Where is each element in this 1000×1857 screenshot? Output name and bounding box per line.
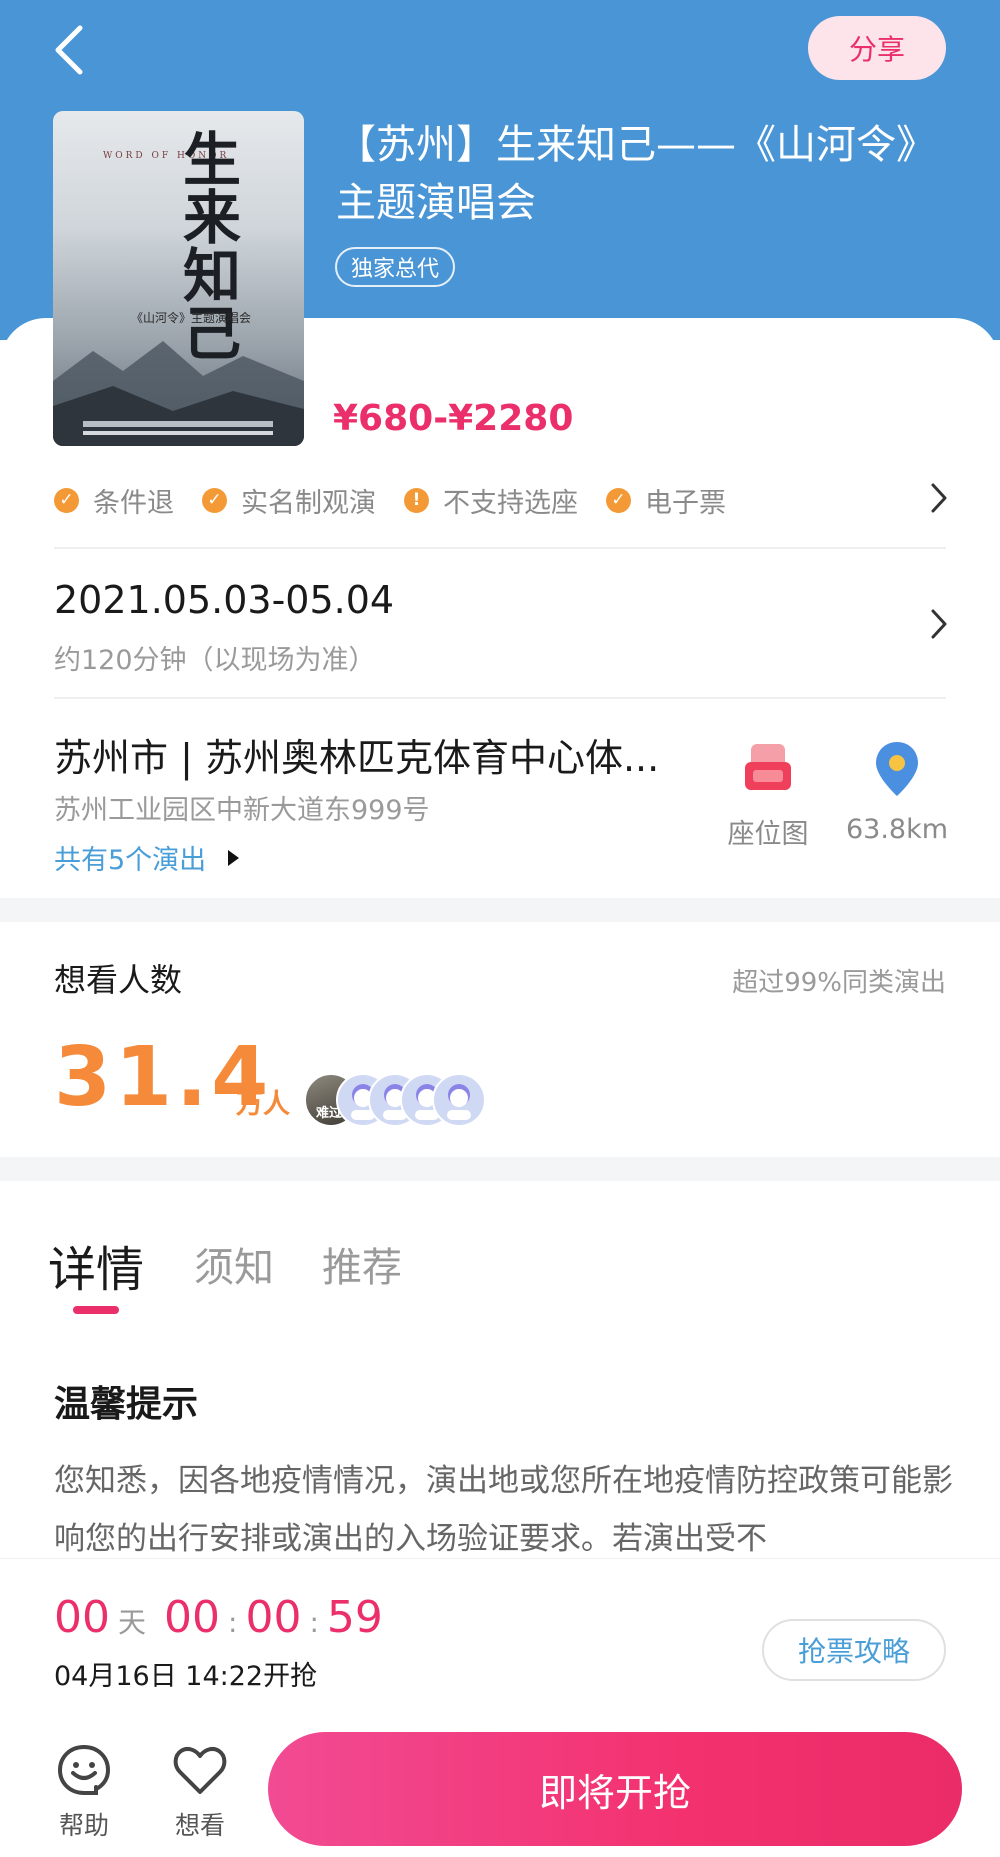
seat-map-button[interactable]: 座位图 [718, 740, 818, 851]
play-arrow-icon [228, 849, 240, 866]
chevron-right-icon[interactable] [928, 480, 950, 516]
notice-text: 您知悉，因各地疫情情况，演出地或您所在地疫情防控政策可能影响您的出行安排或演出的… [54, 1463, 953, 1557]
feature-real-name: ✓ 实名制观演 [202, 481, 376, 520]
check-circle-icon: ✓ [606, 487, 631, 513]
wish-title: 想看人数 [54, 961, 183, 999]
default-avatar-icon [447, 1084, 471, 1120]
notice-title: 温馨提示 [54, 1384, 199, 1425]
venue-shows-link[interactable]: 共有5个演出 [54, 838, 240, 877]
check-circle-icon: ✓ [54, 487, 79, 513]
countdown-days: 00 [54, 1592, 110, 1643]
seat-icon [745, 744, 791, 790]
event-duration: 约120分钟（以现场为准） [54, 645, 376, 676]
section-gap [0, 898, 1000, 922]
want-label: 想看 [174, 1811, 225, 1840]
want-to-see-button[interactable]: 想看 [168, 1742, 232, 1842]
distance-button[interactable]: 63.8km [842, 740, 952, 845]
tab-active-indicator [73, 1306, 119, 1314]
countdown-seconds: 59 [326, 1592, 383, 1643]
event-title: 【苏州】生来知己——《山河令》主题演唱会 [336, 122, 936, 226]
countdown-minutes: 00 [245, 1592, 302, 1643]
exclusive-badge: 独家总代 [335, 247, 456, 287]
ticket-strategy-button[interactable]: 抢票攻略 [762, 1619, 946, 1681]
sale-start-time: 04月16日 14:22开抢 [54, 1661, 318, 1692]
countdown-hours: 00 [164, 1592, 221, 1643]
tab-notice[interactable]: 须知 [194, 1235, 274, 1293]
countdown-separator: : [228, 1606, 238, 1639]
buy-button[interactable]: 即将开抢 [268, 1732, 962, 1846]
event-poster[interactable]: WORD OF HONOR 生来知己 《山河令》主题演唱会 [53, 111, 304, 446]
back-button[interactable] [50, 22, 90, 78]
avatar [432, 1073, 486, 1127]
countdown-timer: 00 天 00 : 00 : 59 [54, 1592, 383, 1643]
feature-no-seat-select: ! 不支持选座 [404, 481, 578, 520]
section-gap [0, 1157, 1000, 1181]
chevron-left-icon [55, 25, 83, 75]
feature-label: 电子票 [645, 487, 726, 519]
exclamation-circle-icon: ! [404, 487, 429, 513]
tab-recommend[interactable]: 推荐 [322, 1235, 402, 1293]
share-button[interactable]: 分享 [808, 16, 946, 80]
seat-map-label: 座位图 [727, 819, 809, 850]
wish-unit: 万人 [236, 1089, 290, 1120]
countdown-separator: : [309, 1606, 319, 1639]
feature-refund: ✓ 条件退 [54, 481, 174, 520]
feature-list[interactable]: ✓ 条件退 ✓ 实名制观演 ! 不支持选座 ✓ 电子票 [54, 475, 954, 525]
feature-e-ticket: ✓ 电子票 [606, 481, 726, 520]
feature-label: 条件退 [93, 487, 174, 519]
feature-label: 不支持选座 [443, 487, 578, 519]
tab-details[interactable]: 详情 [48, 1230, 144, 1300]
help-label: 帮助 [58, 1811, 109, 1840]
venue-shows-label: 共有5个演出 [54, 845, 207, 876]
venue-address: 苏州工业园区中新大道东999号 [54, 795, 430, 826]
avatar-group[interactable]: 难过 [304, 1073, 486, 1127]
divider [54, 547, 946, 549]
chevron-right-icon[interactable] [928, 606, 950, 642]
feature-label: 实名制观演 [241, 487, 376, 519]
venue-name[interactable]: 苏州市 | 苏州奥林匹克体育中心体... [54, 727, 694, 782]
divider [54, 697, 946, 699]
price-range: ¥680-¥2280 [333, 398, 574, 439]
distance-label: 63.8km [845, 814, 949, 845]
poster-landscape [53, 341, 304, 446]
check-circle-icon: ✓ [202, 487, 227, 513]
help-button[interactable]: 帮助 [52, 1742, 116, 1842]
wish-compare: 超过99%同类演出 [732, 968, 946, 998]
countdown-days-unit: 天 [118, 1606, 147, 1639]
event-date[interactable]: 2021.05.03-05.04 [54, 578, 394, 622]
location-pin-icon [876, 742, 918, 796]
help-smiley-icon [57, 1745, 111, 1795]
heart-icon [173, 1746, 227, 1794]
